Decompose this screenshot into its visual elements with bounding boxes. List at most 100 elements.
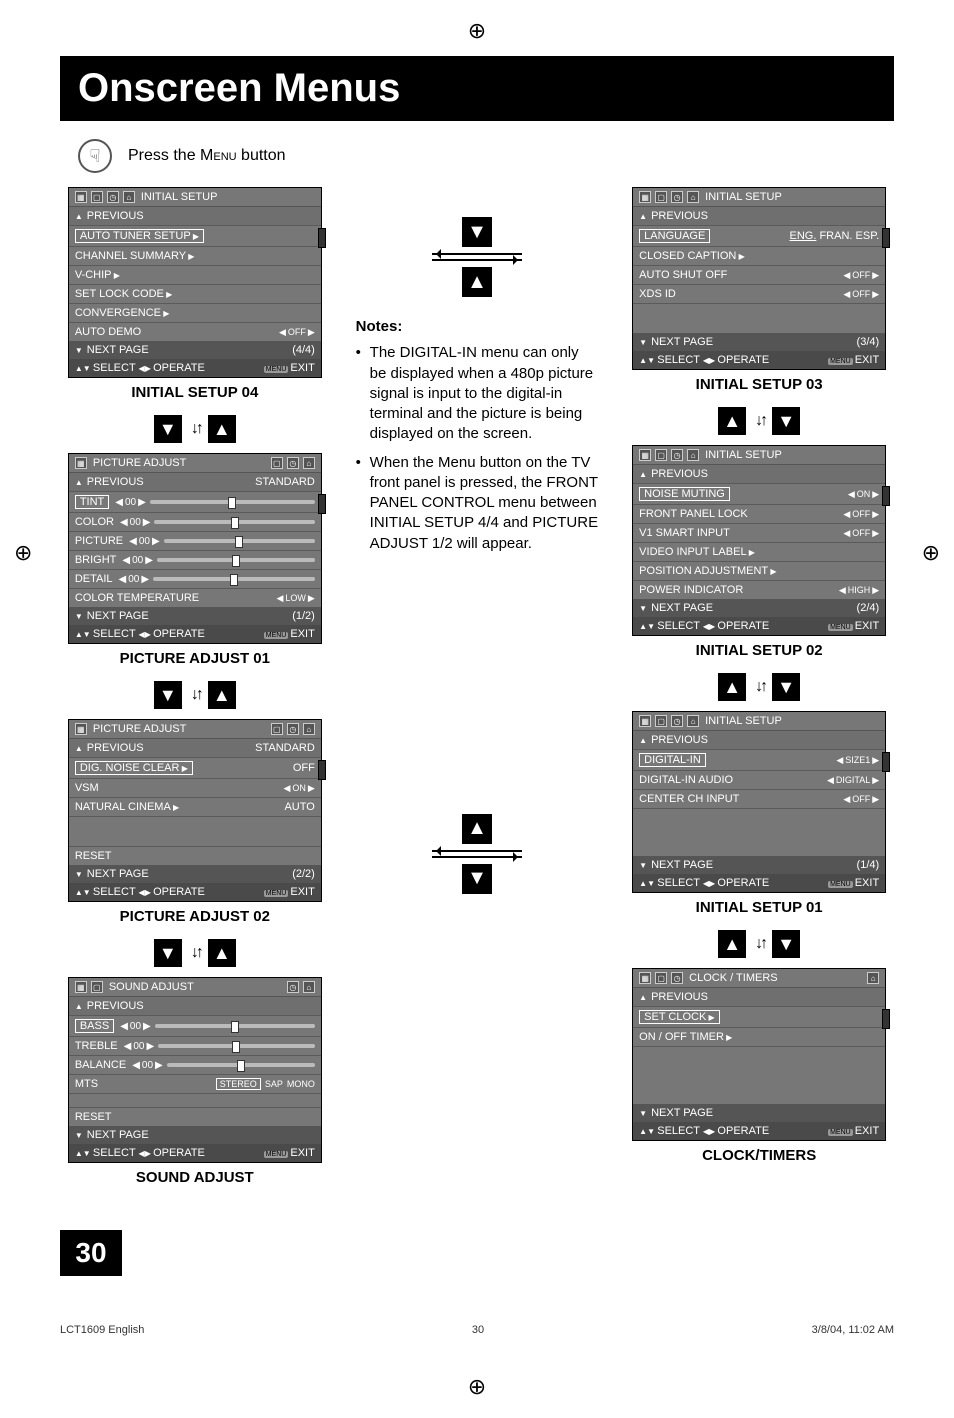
lang-opt: ESP.	[856, 230, 880, 242]
tab-icon: ⌂	[687, 449, 699, 461]
lang-opt: ENG.	[789, 230, 816, 242]
scroll-knob-icon	[882, 486, 890, 506]
mts-option: STEREO	[216, 1078, 261, 1090]
tab-icon: ▦	[75, 981, 87, 993]
menu-item: SET LOCK CODE	[75, 288, 172, 300]
menu-chip-icon: MENU	[828, 881, 853, 888]
menu-chip-icon: MENU	[264, 632, 289, 639]
up-arrow-icon: ↑	[196, 944, 204, 962]
slider-value: 00	[119, 574, 150, 585]
up-button-icon: ▲	[208, 939, 236, 967]
nav-arrows: ▲ ↓↑ ▼	[624, 673, 894, 701]
menu-value: SIZE1	[836, 755, 879, 766]
foot-select: SELECT	[75, 886, 136, 898]
osd-initial-setup-01: ▦▢◷⌂ INITIAL SETUP PREVIOUS DIGITAL-INSI…	[632, 711, 886, 893]
down-button-icon: ▼	[772, 930, 800, 958]
tab-icon: ▢	[271, 723, 283, 735]
previous-row: PREVIOUS	[639, 734, 708, 746]
down-button-icon: ▼	[462, 217, 492, 247]
previous-row: PREVIOUS	[75, 742, 144, 754]
lang-opt: FRAN.	[819, 230, 852, 242]
slider-bar-icon	[150, 500, 315, 504]
foot-operate: OPERATE	[703, 877, 769, 889]
menu-value: OFF	[843, 528, 879, 539]
tab-icon: ⌂	[687, 191, 699, 203]
scroll-knob-icon	[318, 760, 326, 780]
menu-item: V-CHIP	[75, 269, 120, 281]
next-page-row: NEXT PAGE	[639, 602, 713, 614]
osd-title: INITIAL SETUP	[705, 715, 782, 727]
osd-picture-adjust-01: ▦ PICTURE ADJUST ▢◷⌂ PREVIOUSSTANDARD TI…	[68, 453, 322, 644]
next-page-row: NEXT PAGE	[639, 859, 713, 871]
osd-title: PICTURE ADJUST	[93, 723, 187, 735]
up-button-icon: ▲	[208, 415, 236, 443]
slider-bar-icon	[167, 1063, 315, 1067]
osd-title: INITIAL SETUP	[705, 449, 782, 461]
right-arrow-icon	[432, 259, 522, 261]
menu-item: COLOR	[75, 516, 114, 528]
tab-icon: ▦	[639, 715, 651, 727]
menu-chip-icon: MENU	[264, 890, 289, 897]
registration-mark-icon: ⊕	[468, 1374, 486, 1400]
menu-item: LANGUAGE	[639, 229, 710, 243]
osd-title: INITIAL SETUP	[141, 191, 218, 203]
slider-value: 00	[115, 497, 146, 508]
menu-value: HIGH	[839, 585, 879, 596]
horizontal-nav: ▼ ▲	[356, 217, 599, 297]
tab-icon: ◷	[671, 191, 683, 203]
up-arrow-icon: ↑	[760, 412, 768, 430]
up-button-icon: ▲	[718, 673, 746, 701]
menu-value: OFF	[843, 509, 879, 520]
instruction-text: Press the Menu button	[128, 147, 286, 165]
menu-item: PICTURE	[75, 535, 123, 547]
osd-initial-setup-04: ▦▢◷⌂ INITIAL SETUP PREVIOUS AUTO TUNER S…	[68, 187, 322, 378]
next-page-row: NEXT PAGE	[75, 868, 149, 880]
up-button-icon: ▲	[718, 407, 746, 435]
foot-exit: EXIT	[290, 628, 314, 640]
tab-icon: ⌂	[303, 981, 315, 993]
page-indicator: (1/2)	[292, 610, 315, 622]
menu-item: DIGITAL-IN AUDIO	[639, 774, 733, 786]
menu-value: OFF	[843, 289, 879, 300]
menu-item: SET CLOCK	[639, 1010, 720, 1024]
up-arrow-icon: ↑	[760, 935, 768, 953]
foot-exit: EXIT	[855, 354, 879, 366]
reset-row: RESET	[75, 1111, 112, 1123]
foot-operate: OPERATE	[139, 886, 205, 898]
page-indicator: (3/4)	[857, 336, 880, 348]
menu-item: POWER INDICATOR	[639, 584, 743, 596]
scroll-knob-icon	[882, 1009, 890, 1029]
page-indicator: (2/4)	[857, 602, 880, 614]
osd-caption: INITIAL SETUP 03	[624, 376, 894, 393]
tab-icon: ⌂	[687, 715, 699, 727]
down-button-icon: ▼	[462, 864, 492, 894]
menu-item: COLOR TEMPERATURE	[75, 592, 199, 604]
menu-item: NOISE MUTING	[639, 487, 730, 501]
next-page-row: NEXT PAGE	[639, 336, 713, 348]
foot-exit: EXIT	[855, 1125, 879, 1137]
next-page-row: NEXT PAGE	[639, 1107, 713, 1119]
horizontal-nav: ▲ ▼	[356, 814, 599, 894]
menu-item: ON / OFF TIMER	[639, 1031, 732, 1043]
foot-operate: OPERATE	[139, 1147, 205, 1159]
foot-select: SELECT	[639, 354, 700, 366]
left-arrow-icon	[432, 850, 522, 852]
page-indicator: (4/4)	[292, 344, 315, 356]
scroll-knob-icon	[882, 752, 890, 772]
osd-initial-setup-03: ▦▢◷⌂ INITIAL SETUP PREVIOUS LANGUAGEENG.…	[632, 187, 886, 370]
slider-value: 00	[129, 536, 160, 547]
tab-icon: ⌂	[123, 191, 135, 203]
down-button-icon: ▼	[154, 939, 182, 967]
slider-value: 00	[124, 1041, 155, 1052]
tab-icon: ◷	[287, 457, 299, 469]
slider-value: 00	[122, 555, 153, 566]
osd-picture-adjust-02: ▦ PICTURE ADJUST ▢◷⌂ PREVIOUSSTANDARD DI…	[68, 719, 322, 902]
menu-value: ON	[283, 783, 314, 794]
foot-select: SELECT	[75, 1147, 136, 1159]
tab-icon: ▢	[655, 191, 667, 203]
nav-arrows: ▼ ↓↑ ▲	[60, 939, 330, 967]
menu-item: FRONT PANEL LOCK	[639, 508, 748, 520]
next-page-row: NEXT PAGE	[75, 344, 149, 356]
tab-icon: ◷	[287, 723, 299, 735]
slider-bar-icon	[155, 1024, 315, 1028]
